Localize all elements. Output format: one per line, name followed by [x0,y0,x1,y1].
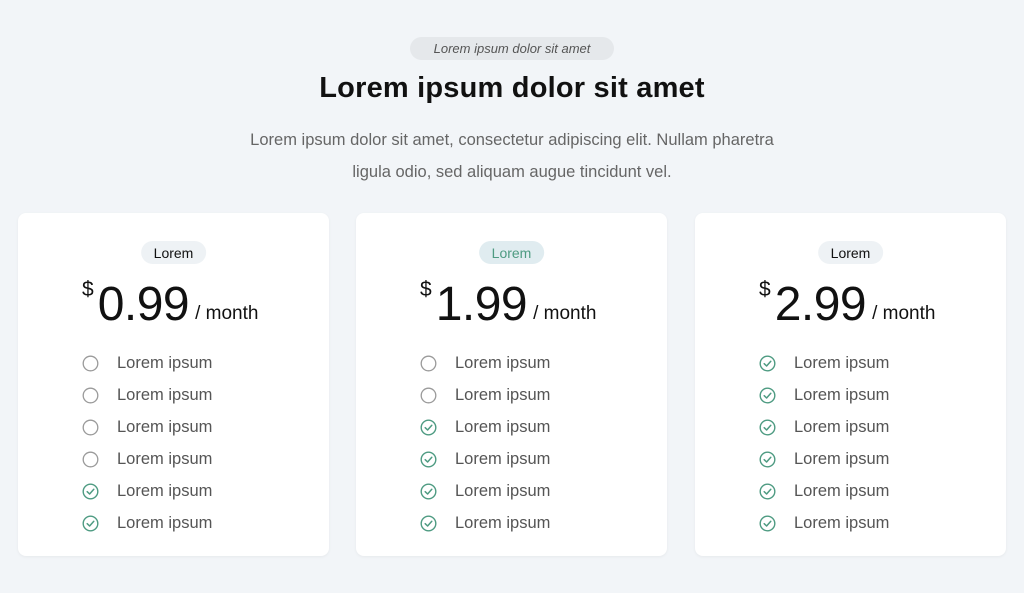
feature-label: Lorem ipsum [455,449,551,468]
empty-circle-icon [420,387,437,404]
feature-item: Lorem ipsum [420,475,550,507]
pricing-card: Lorem $ 1.99 / month Lorem ipsum Lorem i… [356,213,667,556]
empty-circle-icon [82,419,99,436]
feature-label: Lorem ipsum [455,385,551,404]
feature-label: Lorem ipsum [117,449,213,468]
feature-item: Lorem ipsum [420,411,550,443]
currency-symbol: $ [420,278,432,301]
check-circle-icon [420,418,437,436]
feature-item: Lorem ipsum [759,347,889,379]
feature-list: Lorem ipsum Lorem ipsum Lorem ipsum Lore… [759,347,889,539]
feature-item: Lorem ipsum [82,507,212,539]
tier-badge: Lorem [478,241,545,264]
feature-item: Lorem ipsum [759,411,889,443]
feature-item: Lorem ipsum [420,507,550,539]
feature-item: Lorem ipsum [420,347,550,379]
feature-label: Lorem ipsum [117,481,213,500]
price: $ 1.99 / month [420,277,596,329]
feature-label: Lorem ipsum [117,417,213,436]
feature-item: Lorem ipsum [420,379,550,411]
empty-circle-icon [420,355,437,372]
feature-item: Lorem ipsum [420,443,550,475]
page-title: Lorem ipsum dolor sit amet [319,72,705,104]
price: $ 2.99 / month [759,277,935,329]
feature-label: Lorem ipsum [455,481,551,500]
feature-label: Lorem ipsum [117,513,213,532]
feature-label: Lorem ipsum [794,385,890,404]
feature-label: Lorem ipsum [455,513,551,532]
check-circle-icon [759,418,776,436]
check-circle-icon [420,514,437,532]
price-amount: 1.99 [435,278,528,331]
empty-circle-icon [82,387,99,404]
feature-item: Lorem ipsum [759,475,889,507]
feature-item: Lorem ipsum [759,507,889,539]
feature-label: Lorem ipsum [455,417,551,436]
tier-badge: Lorem [140,241,207,264]
check-circle-icon [82,482,99,500]
price-amount: 0.99 [97,278,190,331]
check-circle-icon [759,386,776,404]
currency-symbol: $ [82,278,94,301]
tier-badge: Lorem [817,241,884,264]
feature-item: Lorem ipsum [82,443,212,475]
eyebrow-badge: Lorem ipsum dolor sit amet [410,37,614,60]
check-circle-icon [759,354,776,372]
pricing-card: Lorem $ 0.99 / month Lorem ipsum Lorem i… [18,213,329,556]
check-circle-icon [759,450,776,468]
feature-list: Lorem ipsum Lorem ipsum Lorem ipsum Lore… [82,347,212,539]
price-period: / month [872,303,936,324]
pricing-card: Lorem $ 2.99 / month Lorem ipsum Lorem i… [695,213,1006,556]
feature-item: Lorem ipsum [82,347,212,379]
check-circle-icon [420,450,437,468]
check-circle-icon [759,482,776,500]
price-period: / month [533,303,597,324]
feature-label: Lorem ipsum [794,353,890,372]
feature-item: Lorem ipsum [82,379,212,411]
check-circle-icon [420,482,437,500]
check-circle-icon [759,514,776,532]
feature-item: Lorem ipsum [82,411,212,443]
page-subtitle: Lorem ipsum dolor sit amet, consectetur … [250,131,774,181]
currency-symbol: $ [759,278,771,301]
feature-label: Lorem ipsum [794,481,890,500]
feature-label: Lorem ipsum [794,417,890,436]
check-circle-icon [82,514,99,532]
feature-item: Lorem ipsum [759,379,889,411]
feature-list: Lorem ipsum Lorem ipsum Lorem ipsum Lore… [420,347,550,539]
empty-circle-icon [82,451,99,468]
feature-label: Lorem ipsum [117,385,213,404]
feature-item: Lorem ipsum [759,443,889,475]
feature-item: Lorem ipsum [82,475,212,507]
empty-circle-icon [82,355,99,372]
feature-label: Lorem ipsum [794,513,890,532]
feature-label: Lorem ipsum [455,353,551,372]
feature-label: Lorem ipsum [117,353,213,372]
price-amount: 2.99 [774,278,867,331]
price: $ 0.99 / month [82,277,258,329]
feature-label: Lorem ipsum [794,449,890,468]
price-period: / month [195,303,259,324]
